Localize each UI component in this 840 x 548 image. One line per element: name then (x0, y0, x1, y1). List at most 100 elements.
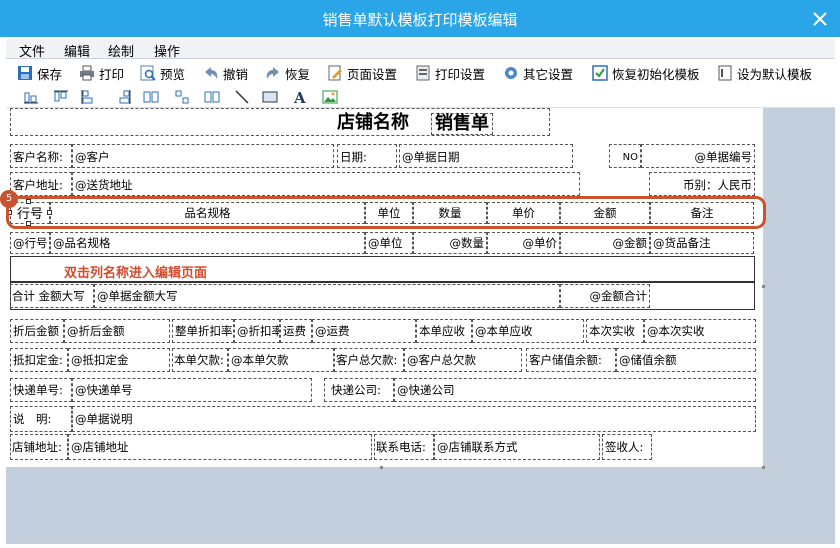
whole-discount-label[interactable]: 整单折扣率 (172, 319, 234, 343)
note-label[interactable]: 说 明: (10, 406, 72, 432)
phone-label[interactable]: 联系电话: (374, 434, 434, 460)
customer-label[interactable]: 客户名称: (10, 144, 72, 168)
redo-button[interactable]: 恢复 (265, 64, 310, 82)
page-setup-icon (328, 65, 342, 81)
page-setup-button[interactable]: 页面设置 (327, 64, 397, 82)
window-titlebar: 销售单默认模板打印模板编辑 (0, 0, 840, 37)
column-header-unit[interactable]: 单位 (365, 202, 413, 224)
address-field[interactable]: @送货地址 (72, 172, 580, 196)
selection-handle[interactable] (26, 199, 31, 204)
same-height-icon[interactable] (174, 89, 190, 105)
doc-name-field[interactable]: 销售单 (431, 113, 493, 135)
deposit-field[interactable]: @抵扣定金 (68, 348, 170, 372)
close-icon[interactable] (810, 9, 830, 29)
date-label[interactable]: 日期: (337, 144, 397, 168)
resize-handle[interactable] (762, 466, 765, 469)
menu-operate[interactable]: 操作 (154, 41, 180, 60)
selection-handle[interactable] (47, 210, 52, 215)
insert-image-icon[interactable] (322, 89, 338, 105)
no-label[interactable]: NO (609, 144, 641, 168)
save-button[interactable]: 保存 (17, 64, 62, 82)
menu-file[interactable]: 文件 (19, 41, 45, 60)
row-field-amount[interactable]: @金额 (560, 232, 650, 254)
draw-rectangle-icon[interactable] (262, 89, 278, 105)
balance-label[interactable]: 客户储值余额: (526, 348, 616, 372)
deposit-label[interactable]: 抵扣定金: (10, 348, 68, 372)
address-label[interactable]: 客户地址: (10, 172, 72, 196)
resize-handle[interactable] (762, 285, 765, 288)
shop-name-field[interactable]: 店铺名称 (337, 114, 409, 132)
freight-field[interactable]: @运费 (312, 319, 416, 343)
print-setup-icon (416, 65, 430, 81)
document-icon (718, 65, 732, 81)
insert-text-icon[interactable]: A (292, 89, 308, 105)
redo-label: 恢复 (285, 66, 311, 82)
sign-label[interactable]: 签收人: (602, 434, 652, 460)
resize-handle[interactable] (380, 466, 383, 469)
no-field[interactable]: @单据编号 (641, 144, 755, 168)
freight-label[interactable]: 运费 (280, 319, 312, 343)
owed-field[interactable]: @本单欠款 (228, 348, 334, 372)
column-header-remark[interactable]: 备注 (650, 202, 754, 224)
save-label: 保存 (37, 66, 63, 82)
shop-address-field[interactable]: @店铺地址 (68, 434, 372, 460)
whole-discount-field[interactable]: @折扣率 (234, 319, 280, 343)
row-field-remark[interactable]: @货品备注 (650, 232, 754, 254)
column-header-quantity[interactable]: 数量 (413, 202, 487, 224)
same-width-icon[interactable] (143, 89, 159, 105)
row-field-line-no[interactable]: @行号 (10, 232, 50, 254)
express-company-field[interactable]: @快递公司 (394, 378, 756, 402)
same-size-icon[interactable] (204, 89, 220, 105)
received-label[interactable]: 本次实收 (586, 319, 644, 343)
menu-edit[interactable]: 编辑 (64, 41, 90, 60)
print-button[interactable]: 打印 (79, 64, 124, 82)
other-setup-button[interactable]: 其它设置 (503, 64, 573, 82)
balance-field[interactable]: @储值余额 (616, 348, 756, 372)
customer-field[interactable]: @客户 (72, 144, 334, 168)
currency-field[interactable]: 币别：人民币 (649, 172, 755, 196)
note-field[interactable]: @单据说明 (72, 406, 756, 432)
discount-amount-field[interactable]: @折后金额 (64, 319, 170, 343)
total-owed-field[interactable]: @客户总欠款 (404, 348, 522, 372)
print-setup-label: 打印设置 (435, 66, 486, 82)
column-header-price[interactable]: 单价 (487, 202, 560, 224)
print-setup-button[interactable]: 打印设置 (415, 64, 485, 82)
selection-handle[interactable] (7, 210, 12, 215)
express-no-field[interactable]: @快递单号 (72, 378, 312, 402)
menu-draw[interactable]: 绘制 (108, 41, 134, 60)
column-header-product[interactable]: 品名规格 (50, 202, 365, 224)
phone-field[interactable]: @店铺联系方式 (434, 434, 600, 460)
selection-handle[interactable] (26, 221, 31, 226)
undo-button[interactable]: 撤销 (203, 64, 248, 82)
shop-address-label[interactable]: 店铺地址: (10, 434, 68, 460)
receivable-field[interactable]: @本单应收 (472, 319, 584, 343)
owed-label[interactable]: 本单欠款: (172, 348, 228, 372)
title-row[interactable]: 店铺名称 销售单 (10, 108, 550, 136)
restore-template-button[interactable]: 恢复初始化模板 (592, 64, 700, 82)
column-header-amount[interactable]: 金额 (560, 202, 650, 224)
align-right-icon[interactable] (116, 89, 132, 105)
restore-template-label: 恢复初始化模板 (612, 66, 700, 82)
express-company-label[interactable]: 快递公司: (324, 378, 394, 402)
row-field-unit[interactable]: @单位 (365, 232, 413, 254)
discount-amount-label[interactable]: 折后金额 (10, 319, 64, 343)
date-field[interactable]: @单据日期 (399, 144, 573, 168)
row-field-quantity[interactable]: @数量 (413, 232, 487, 254)
align-bottom-icon[interactable] (23, 89, 39, 105)
total-caps-label[interactable]: 合计 金额大写 (10, 284, 94, 308)
express-no-label[interactable]: 快递单号: (10, 378, 72, 402)
total-owed-label[interactable]: 客户总欠款: (334, 348, 404, 372)
receivable-label[interactable]: 本单应收 (416, 319, 472, 343)
align-top-icon[interactable] (53, 89, 69, 105)
total-amount-field[interactable]: @金额合计 (560, 284, 650, 308)
draw-line-icon[interactable] (234, 89, 250, 105)
align-left-icon[interactable] (80, 89, 96, 105)
row-field-product[interactable]: @品名规格 (50, 232, 365, 254)
save-icon (18, 66, 32, 80)
set-default-button[interactable]: 设为默认模板 (717, 64, 812, 82)
undo-icon (205, 67, 218, 79)
preview-button[interactable]: 预览 (140, 64, 185, 82)
total-caps-field[interactable]: @单据金额大写 (94, 284, 560, 308)
row-field-price[interactable]: @单价 (487, 232, 560, 254)
received-field[interactable]: @本次实收 (644, 319, 756, 343)
